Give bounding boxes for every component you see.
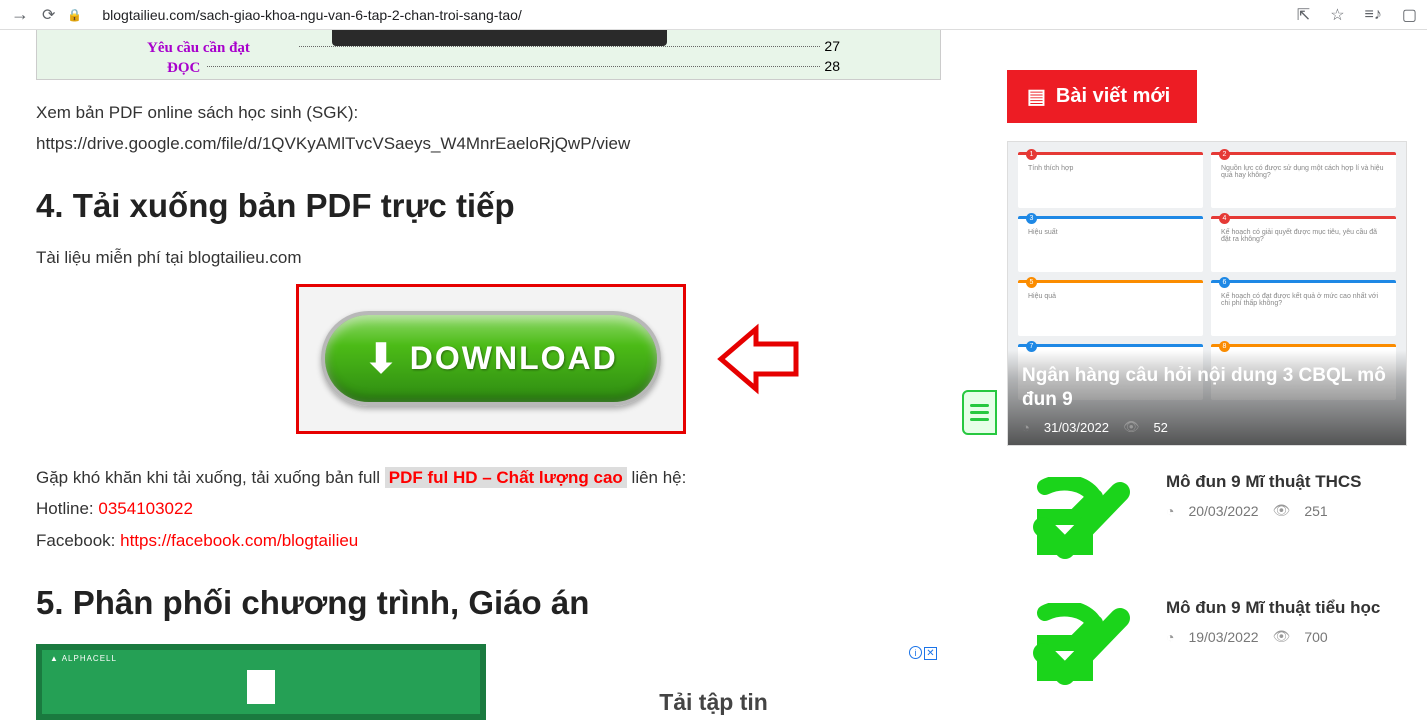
drive-link[interactable]: https://drive.google.com/file/d/1QVKyAMl…: [36, 129, 1007, 160]
floating-menu-tab[interactable]: [962, 390, 997, 435]
featured-title: Ngân hàng câu hỏi nội dung 3 CBQL mô đun…: [1022, 364, 1392, 413]
post-item[interactable]: Mô đun 9 Mĩ thuật tiểu học ◔ 19/03/2022 …: [1007, 598, 1407, 698]
heading-4: 4. Tải xuống bản PDF trực tiếp: [36, 187, 1007, 225]
article-body: Yêu cầu cần đạt 27 ĐỌC 28 Xem bản PDF on…: [0, 30, 1007, 726]
post-item[interactable]: Mô đun 9 Mĩ thuật THCS ◔ 20/03/2022 👁 25…: [1007, 472, 1407, 572]
mini-card: 2Nguồn lực có được sử dụng một cách hợp …: [1211, 152, 1396, 208]
ad-close-icon[interactable]: ✕: [924, 647, 937, 660]
advertisement[interactable]: ▲ ALPHACELL Tải tập tin i✕: [36, 644, 941, 720]
featured-views: 52: [1153, 420, 1167, 435]
widget-header: ▤ Bài viết mới: [1007, 70, 1197, 123]
post-title: Mô đun 9 Mĩ thuật tiểu học: [1166, 598, 1407, 618]
mini-card: 1Tính thích hợp: [1018, 152, 1203, 208]
browser-toolbar: → ⟳ 🔒 blogtailieu.com/sach-giao-khoa-ngu…: [0, 0, 1427, 30]
news-icon: ▤: [1027, 84, 1046, 109]
featured-post[interactable]: 1Tính thích hợp2Nguồn lực có được sử dụn…: [1007, 141, 1407, 446]
mini-card: 5Hiệu quả: [1018, 280, 1203, 336]
download-arrow-icon: ⬇: [364, 336, 398, 382]
mini-card: 4Kế hoạch có giải quyết được mục tiêu, y…: [1211, 216, 1396, 272]
facebook-link[interactable]: https://facebook.com/blogtailieu: [120, 531, 358, 550]
book-preview-crop: Yêu cầu cần đạt 27 ĐỌC 28: [36, 30, 941, 80]
sidebar: ▤ Bài viết mới 1Tính thích hợp2Nguồn lực…: [1007, 30, 1427, 726]
bookmark-icon[interactable]: ☆: [1330, 5, 1344, 25]
lock-icon: 🔒: [67, 8, 82, 22]
post-title: Mô đun 9 Mĩ thuật THCS: [1166, 472, 1407, 492]
download-highlight-frame: ⬇ DOWNLOAD: [296, 284, 686, 434]
post-date: 19/03/2022: [1188, 629, 1258, 645]
toc-page-2: 28: [824, 58, 840, 74]
clock-icon: ◔: [1022, 420, 1030, 435]
forward-button[interactable]: →: [10, 4, 30, 25]
pointer-arrow-icon: [716, 314, 806, 404]
reload-button[interactable]: ⟳: [42, 5, 55, 25]
view-online-label: Xem bản PDF online sách học sinh (SGK):: [36, 98, 1007, 129]
toc-page-1: 27: [824, 38, 840, 54]
free-text: Tài liệu miễn phí tại blogtailieu.com: [36, 243, 1007, 274]
post-views: 251: [1304, 503, 1327, 519]
ad-brand: ▲ ALPHACELL: [50, 654, 117, 663]
reading-list-icon[interactable]: ≡♪: [1365, 6, 1382, 24]
post-thumbnail: [1007, 472, 1152, 572]
facebook-line: Facebook: https://facebook.com/blogtaili…: [36, 525, 1007, 556]
mini-card: 6Kế hoạch có đạt được kết quả ở mức cao …: [1211, 280, 1396, 336]
post-thumbnail: [1007, 598, 1152, 698]
ad-info-icon[interactable]: i: [909, 646, 922, 659]
hotline-link[interactable]: 0354103022: [98, 499, 193, 518]
toc-line-2: ĐỌC: [167, 60, 200, 77]
share-icon[interactable]: ⇱: [1297, 5, 1310, 25]
eye-icon: 👁: [1123, 419, 1140, 435]
download-button[interactable]: ⬇ DOWNLOAD: [321, 311, 661, 406]
hotline-line: Hotline: 0354103022: [36, 493, 1007, 524]
clock-icon: ◔: [1166, 629, 1174, 645]
extension-icon[interactable]: ▢: [1402, 5, 1417, 25]
post-views: 700: [1304, 629, 1327, 645]
heading-5: 5. Phân phối chương trình, Giáo án: [36, 584, 1007, 622]
eye-icon: 👁: [1273, 628, 1291, 645]
eye-icon: 👁: [1273, 502, 1291, 519]
clock-icon: ◔: [1166, 503, 1174, 519]
mini-card: 3Hiệu suất: [1018, 216, 1203, 272]
file-icon: [247, 670, 275, 704]
featured-date: 31/03/2022: [1044, 420, 1109, 435]
toc-line-1: Yêu cầu cần đạt: [147, 40, 250, 57]
trouble-line: Gặp khó khăn khi tải xuống, tải xuống bả…: [36, 462, 1007, 493]
ad-title: Tải tập tin: [659, 689, 768, 716]
hd-highlight: PDF ful HD – Chất lượng cao: [385, 467, 627, 488]
download-label: DOWNLOAD: [410, 340, 618, 377]
url-bar[interactable]: blogtailieu.com/sach-giao-khoa-ngu-van-6…: [94, 7, 1276, 23]
post-date: 20/03/2022: [1188, 503, 1258, 519]
